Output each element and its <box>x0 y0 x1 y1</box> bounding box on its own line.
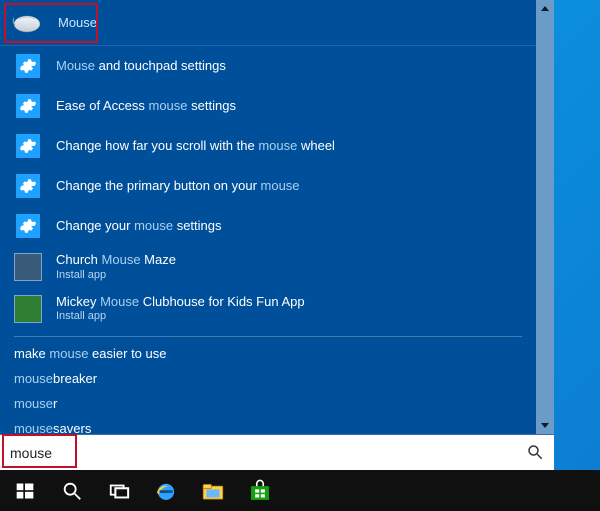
results-column: Mouse Mouse and touchpad settings Ease of… <box>0 0 536 434</box>
app-result-label: Mickey Mouse Clubhouse for Kids Fun AppI… <box>56 294 305 324</box>
settings-result-label: Change the primary button on your mouse <box>56 178 300 194</box>
internet-explorer-button[interactable] <box>143 470 189 511</box>
scrollbar[interactable] <box>536 0 554 434</box>
gear-icon <box>14 92 42 120</box>
start-button[interactable] <box>2 470 48 511</box>
settings-result-label: Ease of Access mouse settings <box>56 98 236 114</box>
scroll-down-icon[interactable] <box>536 416 554 434</box>
app-result-subtext: Install app <box>56 269 176 282</box>
settings-result[interactable]: Ease of Access mouse settings <box>0 86 536 126</box>
scroll-up-icon[interactable] <box>536 0 554 18</box>
app-icon <box>14 295 42 323</box>
taskbar <box>0 470 600 511</box>
search-suggestion[interactable]: mousesavers <box>0 416 536 434</box>
divider <box>14 336 522 337</box>
settings-result-label: Mouse and touchpad settings <box>56 58 226 74</box>
settings-result[interactable]: Change your mouse settings <box>0 206 536 246</box>
settings-result-label: Change how far you scroll with the mouse… <box>56 138 335 154</box>
gear-icon <box>14 132 42 160</box>
settings-result[interactable]: Mouse and touchpad settings <box>0 46 536 86</box>
settings-result[interactable]: Change the primary button on your mouse <box>0 166 536 206</box>
settings-result-label: Change your mouse settings <box>56 218 222 234</box>
app-result-label: Church Mouse MazeInstall app <box>56 252 176 282</box>
best-match-row[interactable]: Mouse <box>0 0 536 46</box>
app-icon <box>14 253 42 281</box>
results-scroll-area: Mouse Mouse and touchpad settings Ease of… <box>0 0 554 434</box>
settings-result[interactable]: Change how far you scroll with the mouse… <box>0 126 536 166</box>
search-suggestion[interactable]: mouser <box>0 391 536 416</box>
gear-icon <box>14 172 42 200</box>
search-results-panel: Mouse Mouse and touchpad settings Ease of… <box>0 0 554 470</box>
gear-icon <box>14 212 42 240</box>
search-bar <box>0 434 554 470</box>
search-suggestion[interactable]: make mouse easier to use <box>0 341 536 366</box>
taskbar-search-button[interactable] <box>49 470 95 511</box>
task-view-button[interactable] <box>96 470 142 511</box>
gear-icon <box>14 52 42 80</box>
file-explorer-button[interactable] <box>190 470 236 511</box>
mouse-icon <box>6 12 46 34</box>
app-result-subtext: Install app <box>56 310 305 323</box>
search-suggestion[interactable]: mousebreaker <box>0 366 536 391</box>
search-icon[interactable] <box>526 443 546 463</box>
scrollbar-track[interactable] <box>536 18 554 416</box>
app-result[interactable]: Mickey Mouse Clubhouse for Kids Fun AppI… <box>0 288 536 330</box>
store-button[interactable] <box>237 470 283 511</box>
best-match-label: Mouse <box>58 15 97 30</box>
search-input[interactable] <box>10 445 526 461</box>
app-result[interactable]: Church Mouse MazeInstall app <box>0 246 536 288</box>
